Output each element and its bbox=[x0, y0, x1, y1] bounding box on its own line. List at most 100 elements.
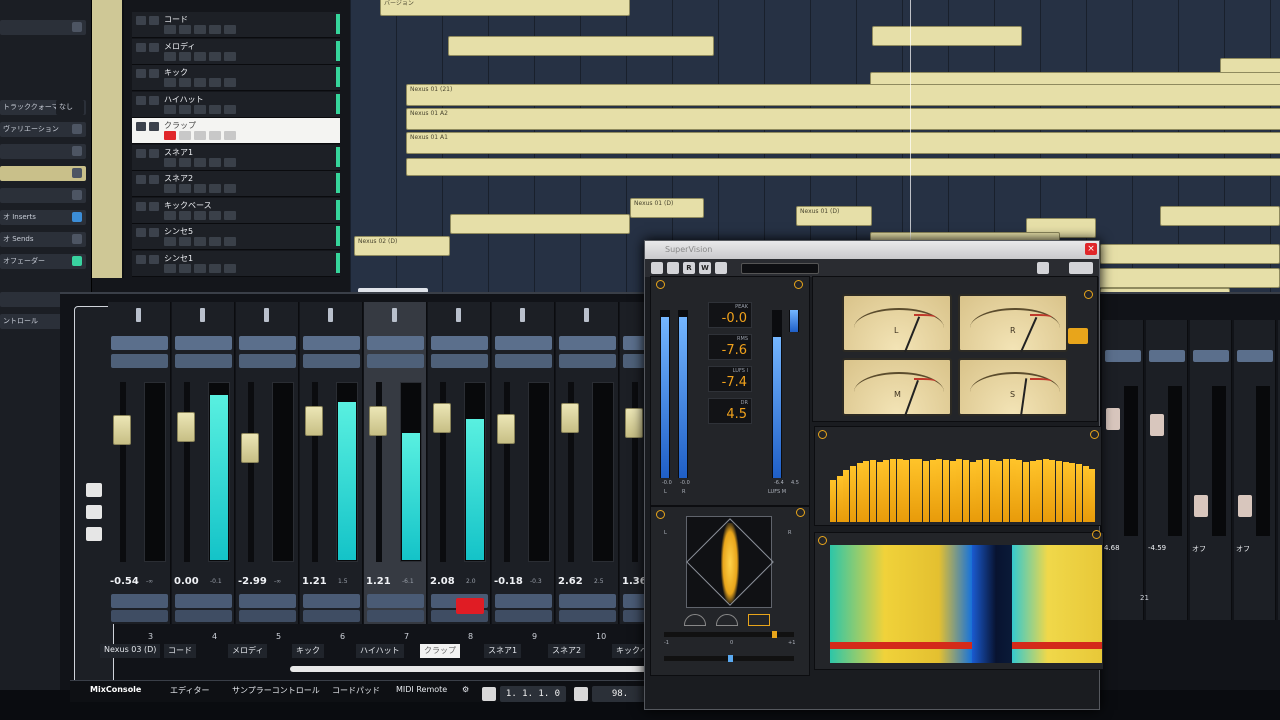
automation-button[interactable] bbox=[239, 610, 296, 622]
track-row[interactable]: ハイハット bbox=[132, 91, 340, 118]
mixer-scrollbar[interactable] bbox=[290, 666, 650, 672]
inspector-row-6[interactable] bbox=[0, 188, 86, 203]
track-row[interactable]: スネア1 bbox=[132, 144, 340, 171]
record-button[interactable] bbox=[164, 25, 176, 34]
pan-knob[interactable] bbox=[136, 308, 141, 322]
volume-fader[interactable] bbox=[1150, 414, 1164, 436]
nexus-part[interactable]: Nexus 02 (D) bbox=[354, 236, 450, 256]
volume-fader[interactable] bbox=[177, 412, 195, 442]
edit-button[interactable] bbox=[194, 184, 206, 193]
solo-button[interactable] bbox=[149, 16, 159, 25]
power-icon[interactable] bbox=[818, 536, 827, 545]
mixer-channel[interactable]: -0.18 -0.3 bbox=[492, 302, 555, 624]
inspector-row-5[interactable] bbox=[0, 166, 86, 181]
write-button[interactable] bbox=[224, 237, 236, 246]
mixer-channel[interactable]: 0.00 -0.1 bbox=[172, 302, 235, 624]
mixer-channel[interactable]: 4.68 bbox=[1102, 320, 1144, 620]
mute-button[interactable] bbox=[136, 175, 146, 184]
track-row[interactable]: スネア2 bbox=[132, 171, 340, 197]
mute-solo-buttons[interactable] bbox=[239, 336, 296, 350]
nexus-part[interactable] bbox=[1160, 206, 1280, 226]
write-button[interactable] bbox=[224, 78, 236, 87]
track-row[interactable]: シンセ1 bbox=[132, 250, 340, 277]
edit-button[interactable] bbox=[194, 237, 206, 246]
solo-button[interactable] bbox=[149, 175, 159, 184]
mute-solo-buttons[interactable] bbox=[1237, 350, 1273, 362]
monitor-button[interactable] bbox=[179, 51, 191, 61]
bypass-icon[interactable] bbox=[667, 262, 679, 274]
settings-icon[interactable] bbox=[715, 262, 727, 274]
monitor-button[interactable] bbox=[111, 594, 168, 608]
monitor-button[interactable] bbox=[175, 594, 232, 608]
preset-selector[interactable] bbox=[741, 263, 819, 274]
solo-button[interactable] bbox=[149, 254, 159, 264]
gear-icon[interactable]: ⚙ bbox=[462, 685, 469, 694]
automation-button[interactable] bbox=[111, 610, 168, 622]
write-button[interactable] bbox=[224, 263, 236, 273]
tab-sampler-control[interactable]: サンプラーコントロール bbox=[232, 685, 320, 696]
record-button[interactable] bbox=[164, 157, 176, 167]
listen-button[interactable] bbox=[303, 354, 360, 368]
read-button[interactable] bbox=[209, 263, 221, 273]
write-button[interactable] bbox=[224, 184, 236, 193]
tab-editor[interactable]: エディター bbox=[170, 685, 209, 696]
record-button[interactable] bbox=[164, 78, 176, 87]
tab-chord-pads[interactable]: コードパッド bbox=[332, 685, 380, 696]
channel-name[interactable]: ハイハット bbox=[356, 644, 404, 658]
volume-value[interactable]: オフ bbox=[1192, 544, 1206, 554]
channel-name[interactable]: キック bbox=[292, 644, 324, 658]
mute-solo-buttons[interactable] bbox=[303, 336, 360, 350]
automation-button[interactable] bbox=[559, 610, 616, 622]
mute-button[interactable] bbox=[136, 201, 146, 211]
write-button[interactable] bbox=[224, 25, 236, 34]
menu-icon[interactable] bbox=[1069, 262, 1093, 274]
nexus-part[interactable]: Nexus 01 (D) bbox=[796, 206, 872, 226]
inspector-row-sends[interactable]: オ Sends bbox=[0, 232, 86, 247]
volume-value[interactable]: -0.54 bbox=[110, 576, 139, 587]
solo-button[interactable] bbox=[149, 95, 159, 105]
edit-button[interactable] bbox=[194, 157, 206, 167]
write-button[interactable] bbox=[224, 131, 236, 140]
nexus-part[interactable]: Nexus 01 (21) bbox=[406, 84, 1280, 106]
track-row[interactable]: キックベース bbox=[132, 197, 340, 224]
midi-part[interactable] bbox=[448, 36, 714, 56]
read-button[interactable] bbox=[209, 78, 221, 87]
pan-knob[interactable] bbox=[200, 308, 205, 322]
meter-mode-button[interactable] bbox=[1068, 328, 1088, 344]
listen-button[interactable] bbox=[431, 354, 488, 368]
scope-mode-polar-icon[interactable] bbox=[716, 614, 738, 626]
nexus-part[interactable]: Nexus 01 (D) bbox=[630, 198, 704, 218]
volume-fader[interactable] bbox=[625, 407, 643, 438]
close-icon[interactable]: × bbox=[1085, 243, 1097, 255]
channel-name[interactable]: スネア2 bbox=[548, 644, 586, 658]
channel-name[interactable]: クラップ bbox=[420, 644, 460, 658]
monitor-button[interactable] bbox=[179, 157, 191, 167]
monitor-button[interactable] bbox=[495, 594, 552, 608]
automation-button[interactable] bbox=[303, 610, 360, 622]
volume-fader[interactable] bbox=[561, 403, 579, 433]
volume-value[interactable]: 0.00 bbox=[174, 576, 199, 587]
volume-fader[interactable] bbox=[1238, 495, 1252, 518]
solo-button[interactable] bbox=[149, 122, 159, 131]
volume-value[interactable]: 1.21 bbox=[302, 576, 327, 587]
edit-button[interactable] bbox=[194, 51, 206, 61]
nexus-part[interactable]: Nexus 01 A2 bbox=[406, 108, 1280, 130]
power-icon[interactable] bbox=[656, 280, 665, 289]
pan-knob[interactable] bbox=[456, 308, 461, 322]
scope-mode-lissajous-icon[interactable] bbox=[748, 614, 770, 626]
record-button[interactable] bbox=[164, 210, 176, 220]
write-button[interactable] bbox=[224, 104, 236, 114]
pan-knob[interactable] bbox=[584, 308, 589, 322]
record-button[interactable] bbox=[164, 51, 176, 61]
mute-button[interactable] bbox=[136, 42, 146, 52]
volume-value[interactable]: -4.59 bbox=[1148, 544, 1166, 552]
monitor-button[interactable] bbox=[559, 594, 616, 608]
listen-button[interactable] bbox=[367, 354, 424, 368]
edit-button[interactable] bbox=[194, 104, 206, 114]
record-button[interactable] bbox=[164, 131, 176, 140]
monitor-button[interactable] bbox=[179, 104, 191, 114]
tab-midi-remote[interactable]: MIDI Remote bbox=[396, 685, 447, 694]
mute-solo-buttons[interactable] bbox=[495, 336, 552, 350]
mute-solo-buttons[interactable] bbox=[1193, 350, 1229, 362]
mute-solo-buttons[interactable] bbox=[175, 336, 232, 350]
